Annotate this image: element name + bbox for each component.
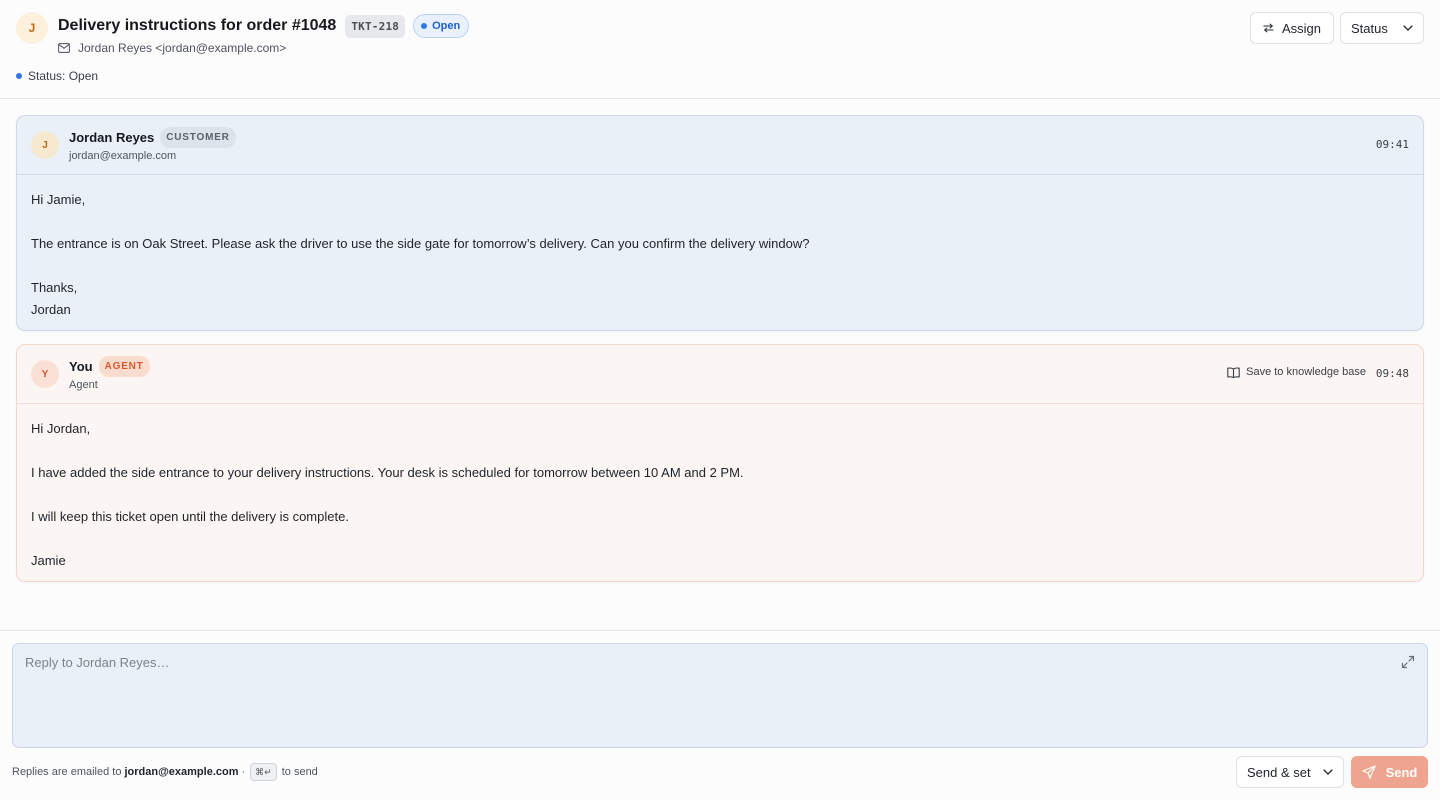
message-line: I will keep this ticket open until the d… bbox=[31, 509, 349, 524]
message-header: J Jordan Reyes CUSTOMER jordan@example.c… bbox=[17, 116, 1423, 175]
requester-email-row: Jordan Reyes <jordan@example.com> bbox=[58, 41, 286, 55]
paper-plane-icon bbox=[1361, 765, 1376, 779]
reply-input[interactable] bbox=[13, 644, 1427, 747]
chevron-down-icon bbox=[1403, 25, 1413, 31]
message-line: Jamie bbox=[31, 553, 66, 568]
message-body: Hi Jamie, The entrance is on Oak Street.… bbox=[31, 189, 809, 321]
expand-icon[interactable] bbox=[1401, 655, 1415, 669]
status-line-label: Status: Open bbox=[28, 69, 99, 83]
sender-role: Agent bbox=[69, 379, 98, 391]
send-and-set-label: Send & set bbox=[1247, 764, 1311, 780]
role-badge: CUSTOMER bbox=[160, 127, 236, 148]
message-line: Hi Jamie, bbox=[31, 192, 86, 207]
reply-composer bbox=[12, 643, 1428, 748]
status-dropdown-label: Status bbox=[1351, 20, 1388, 36]
hint-suffix: to send bbox=[281, 766, 318, 778]
keyboard-shortcut: ⌘↵ bbox=[250, 763, 277, 781]
message-line: Jordan bbox=[31, 302, 71, 317]
mail-icon bbox=[58, 43, 70, 53]
status-dot-icon bbox=[421, 23, 428, 29]
message-agent: Y You AGENT Agent Save to knowledge base… bbox=[16, 344, 1424, 582]
message-line: The entrance is on Oak Street. Please as… bbox=[31, 236, 810, 251]
message-time: 09:41 bbox=[1375, 138, 1409, 151]
sender-name: Jordan Reyes bbox=[69, 130, 155, 145]
message-line: Thanks, bbox=[31, 280, 78, 295]
hint-prefix: Replies are emailed to bbox=[12, 766, 122, 778]
book-icon bbox=[1227, 366, 1240, 378]
hint-separator: · bbox=[241, 766, 246, 778]
status-dropdown[interactable]: Status bbox=[1340, 12, 1424, 44]
composer-divider bbox=[0, 630, 1440, 631]
status-dot-icon bbox=[16, 73, 22, 79]
requester-from: Jordan Reyes <jordan@example.com> bbox=[78, 41, 287, 55]
send-and-set-dropdown[interactable]: Send & set bbox=[1236, 756, 1344, 788]
ticket-id-badge: TKT-218 bbox=[345, 14, 406, 38]
send-button[interactable]: Send bbox=[1351, 756, 1428, 788]
ticket-title: Delivery instructions for order #1048 bbox=[58, 17, 337, 34]
sender-email: jordan@example.com bbox=[69, 150, 177, 162]
ticket-title-row: Delivery instructions for order #1048 TK… bbox=[58, 14, 470, 38]
message-customer: J Jordan Reyes CUSTOMER jordan@example.c… bbox=[16, 115, 1424, 331]
sender-name-row: Jordan Reyes CUSTOMER bbox=[69, 127, 236, 148]
message-line: Hi Jordan, bbox=[31, 421, 91, 436]
message-header: Y You AGENT Agent Save to knowledge base… bbox=[17, 345, 1423, 404]
assign-button[interactable]: Assign bbox=[1250, 12, 1334, 44]
sender-name-row: You AGENT bbox=[69, 356, 150, 377]
message-line: I have added the side entrance to your d… bbox=[31, 465, 744, 480]
sender-name: You bbox=[69, 359, 93, 374]
send-button-label: Send bbox=[1385, 764, 1418, 780]
ticket-header: J Delivery instructions for order #1048 … bbox=[0, 0, 1440, 99]
ticket-status-line: Status: Open bbox=[16, 69, 98, 83]
status-badge-label: Open bbox=[432, 20, 461, 32]
hint-email: jordan@example.com bbox=[124, 766, 239, 778]
status-badge: Open bbox=[413, 14, 470, 38]
avatar: J bbox=[31, 131, 59, 159]
composer-hint: Replies are emailed to jordan@example.co… bbox=[12, 763, 318, 781]
message-body: Hi Jordan, I have added the side entranc… bbox=[31, 418, 744, 572]
avatar: Y bbox=[31, 360, 59, 388]
requester-avatar: J bbox=[16, 12, 48, 44]
save-to-knowledge-base-button[interactable]: Save to knowledge base bbox=[1227, 366, 1366, 378]
chevron-down-icon bbox=[1323, 769, 1333, 775]
message-time: 09:48 bbox=[1375, 367, 1409, 380]
swap-arrows-icon bbox=[1263, 23, 1274, 33]
kb-link-label: Save to knowledge base bbox=[1246, 366, 1366, 378]
assign-button-label: Assign bbox=[1281, 20, 1321, 36]
role-badge: AGENT bbox=[98, 356, 150, 377]
